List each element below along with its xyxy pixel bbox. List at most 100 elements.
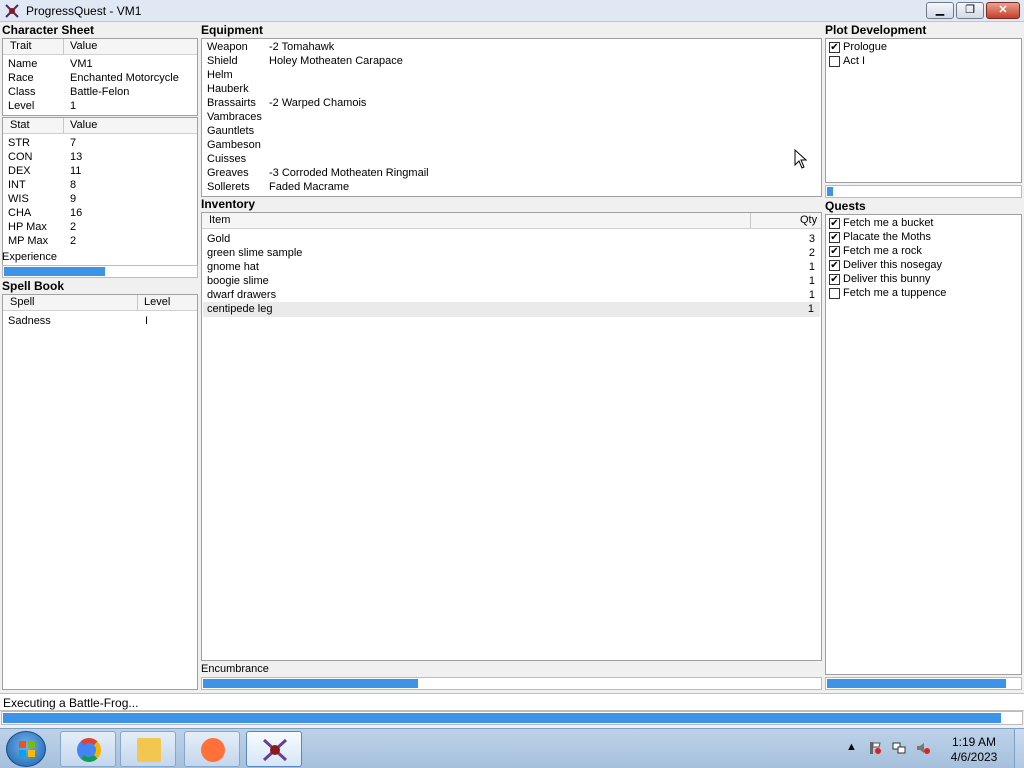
- equipment-slot: Helm: [207, 69, 233, 81]
- minimize-button[interactable]: ▁: [926, 2, 954, 19]
- quest-checkbox[interactable]: ✔: [829, 260, 840, 271]
- show-hidden-icons-icon[interactable]: ▲: [846, 741, 860, 755]
- action-center-icon[interactable]: [868, 741, 882, 755]
- mouse-cursor-icon: [794, 149, 808, 169]
- inventory-qty: 1: [808, 289, 815, 301]
- spell-header: Spell Level: [3, 295, 197, 311]
- item-column-header[interactable]: Item: [209, 214, 230, 226]
- folder-icon: [137, 738, 161, 762]
- quest-label: Fetch me a tuppence: [843, 287, 947, 299]
- plot-act-label: Prologue: [843, 41, 888, 53]
- equipment-list[interactable]: Weapon -2 Tomahawk Shield Holey Motheaten …: [201, 38, 822, 197]
- quest-progress-bar: [825, 677, 1022, 690]
- quest-progress-bar-fill: [827, 679, 1007, 688]
- windows-logo-icon: [19, 741, 35, 757]
- traits-list[interactable]: Trait Value Name VM1 Race Enchanted Moto…: [2, 38, 198, 116]
- inventory-item: boogie slime: [207, 275, 269, 287]
- trait-column-header[interactable]: Trait: [10, 40, 32, 52]
- stat-column-header[interactable]: Stat: [10, 119, 30, 131]
- inventory-item: green slime sample: [207, 247, 303, 259]
- maximize-button[interactable]: ❐: [956, 2, 984, 19]
- stat-value: 11: [70, 165, 82, 177]
- spell-name: Sadness: [8, 315, 51, 327]
- trait-value: Enchanted Motorcycle: [70, 72, 179, 84]
- window-title: ProgressQuest - VM1: [26, 4, 142, 18]
- progressquest-icon: [262, 738, 288, 762]
- quests-label: Quests: [825, 199, 866, 213]
- equipment-slot: Sollerets: [207, 181, 250, 193]
- chrome-taskbar-button[interactable]: [60, 731, 116, 767]
- equipment-label: Equipment: [201, 23, 263, 37]
- equipment-slot: Gauntlets: [207, 125, 255, 137]
- system-clock[interactable]: 1:19 AM 4/6/2023: [944, 735, 1004, 765]
- spell-column-header[interactable]: Spell: [10, 296, 34, 308]
- stat-value: 9: [70, 193, 77, 205]
- inventory-item: centipede leg: [207, 303, 273, 315]
- chrome-icon: [77, 738, 101, 762]
- plot-progress-bar: [825, 185, 1022, 198]
- value-column-header[interactable]: Value: [70, 40, 97, 52]
- quest-checkbox[interactable]: ✔: [829, 274, 840, 285]
- inventory-header: Item Qty: [202, 213, 821, 229]
- quest-label: Placate the Moths: [843, 231, 932, 243]
- inventory-list[interactable]: Item Qty Gold 3 green slime sample 2 gnome…: [201, 212, 822, 661]
- progressquest-taskbar-button[interactable]: [246, 731, 302, 767]
- inventory-qty: 1: [808, 261, 815, 273]
- firefox-icon: [201, 738, 225, 762]
- quest-list[interactable]: ✔ Fetch me a bucket ✔ Placate the Moths ✔ F…: [825, 214, 1022, 675]
- equipment-item: -3 Corroded Motheaten Ringmail: [269, 167, 429, 179]
- qty-column-header[interactable]: Qty: [800, 214, 817, 226]
- inventory-row: green slime sample 2: [207, 247, 817, 261]
- stat-name: WIS: [8, 193, 29, 205]
- quest-label: Fetch me a bucket: [843, 217, 934, 229]
- stat-name: CON: [8, 151, 33, 163]
- quest-checkbox[interactable]: ✔: [829, 246, 840, 257]
- stats-list[interactable]: Stat Value STR 7 CON 13 DEX 11 INT 8 WIS 9 CH…: [2, 117, 198, 269]
- equipment-slot: Brassairts: [207, 97, 256, 109]
- equipment-slot: Vambraces: [207, 111, 262, 123]
- plot-progress-bar-fill: [827, 187, 833, 196]
- inventory-item: Gold: [207, 233, 231, 245]
- network-icon[interactable]: [892, 741, 906, 755]
- explorer-taskbar-button[interactable]: [120, 731, 176, 767]
- quest-label: Fetch me a rock: [843, 245, 922, 257]
- equipment-slot: Cuisses: [207, 153, 247, 165]
- stat-value: 16: [70, 207, 83, 219]
- trait-name: Class: [8, 86, 36, 98]
- inventory-item: gnome hat: [207, 261, 259, 273]
- encumbrance-label: Encumbrance: [201, 663, 269, 675]
- start-button[interactable]: [6, 731, 46, 767]
- quest-checkbox[interactable]: ✔: [829, 232, 840, 243]
- encumbrance-bar-fill: [203, 679, 418, 688]
- status-text: Executing a Battle-Frog...: [3, 696, 139, 710]
- stat-value-column-header[interactable]: Value: [70, 119, 97, 131]
- inventory-item: dwarf drawers: [207, 289, 277, 301]
- status-panel: Executing a Battle-Frog...: [0, 693, 1024, 711]
- stat-name: STR: [8, 137, 30, 149]
- level-column-header[interactable]: Level: [144, 296, 170, 308]
- close-button[interactable]: ✕: [986, 2, 1020, 19]
- title-bar: ProgressQuest - VM1 ▁ ❐ ✕: [0, 0, 1024, 22]
- quest-checkbox[interactable]: ✔: [829, 218, 840, 229]
- task-progress-bar: [1, 711, 1023, 725]
- clock-date: 4/6/2023: [950, 750, 998, 764]
- inventory-row: gnome hat 1: [207, 261, 817, 275]
- firefox-taskbar-button[interactable]: [184, 731, 240, 767]
- stat-value: 7: [70, 137, 77, 149]
- main-window: Character Sheet Trait Value Name VM1 Rac…: [0, 22, 1024, 728]
- volume-muted-icon[interactable]: [916, 741, 930, 755]
- experience-label: Experience: [2, 251, 58, 263]
- experience-bar: [2, 265, 198, 278]
- spell-list[interactable]: Spell Level Sadness I: [2, 294, 198, 690]
- progressquest-app-icon: [5, 4, 19, 18]
- quest-checkbox[interactable]: [829, 288, 840, 299]
- plot-checkbox[interactable]: [829, 56, 840, 67]
- plot-checkbox[interactable]: ✔: [829, 42, 840, 53]
- trait-name: Name: [8, 58, 38, 70]
- trait-name: Race: [8, 72, 34, 84]
- plot-list[interactable]: ✔ Prologue Act I: [825, 38, 1022, 183]
- spell-level: I: [145, 315, 149, 327]
- stat-value: 13: [70, 151, 83, 163]
- show-desktop-button[interactable]: [1014, 729, 1024, 768]
- stat-name: DEX: [8, 165, 31, 177]
